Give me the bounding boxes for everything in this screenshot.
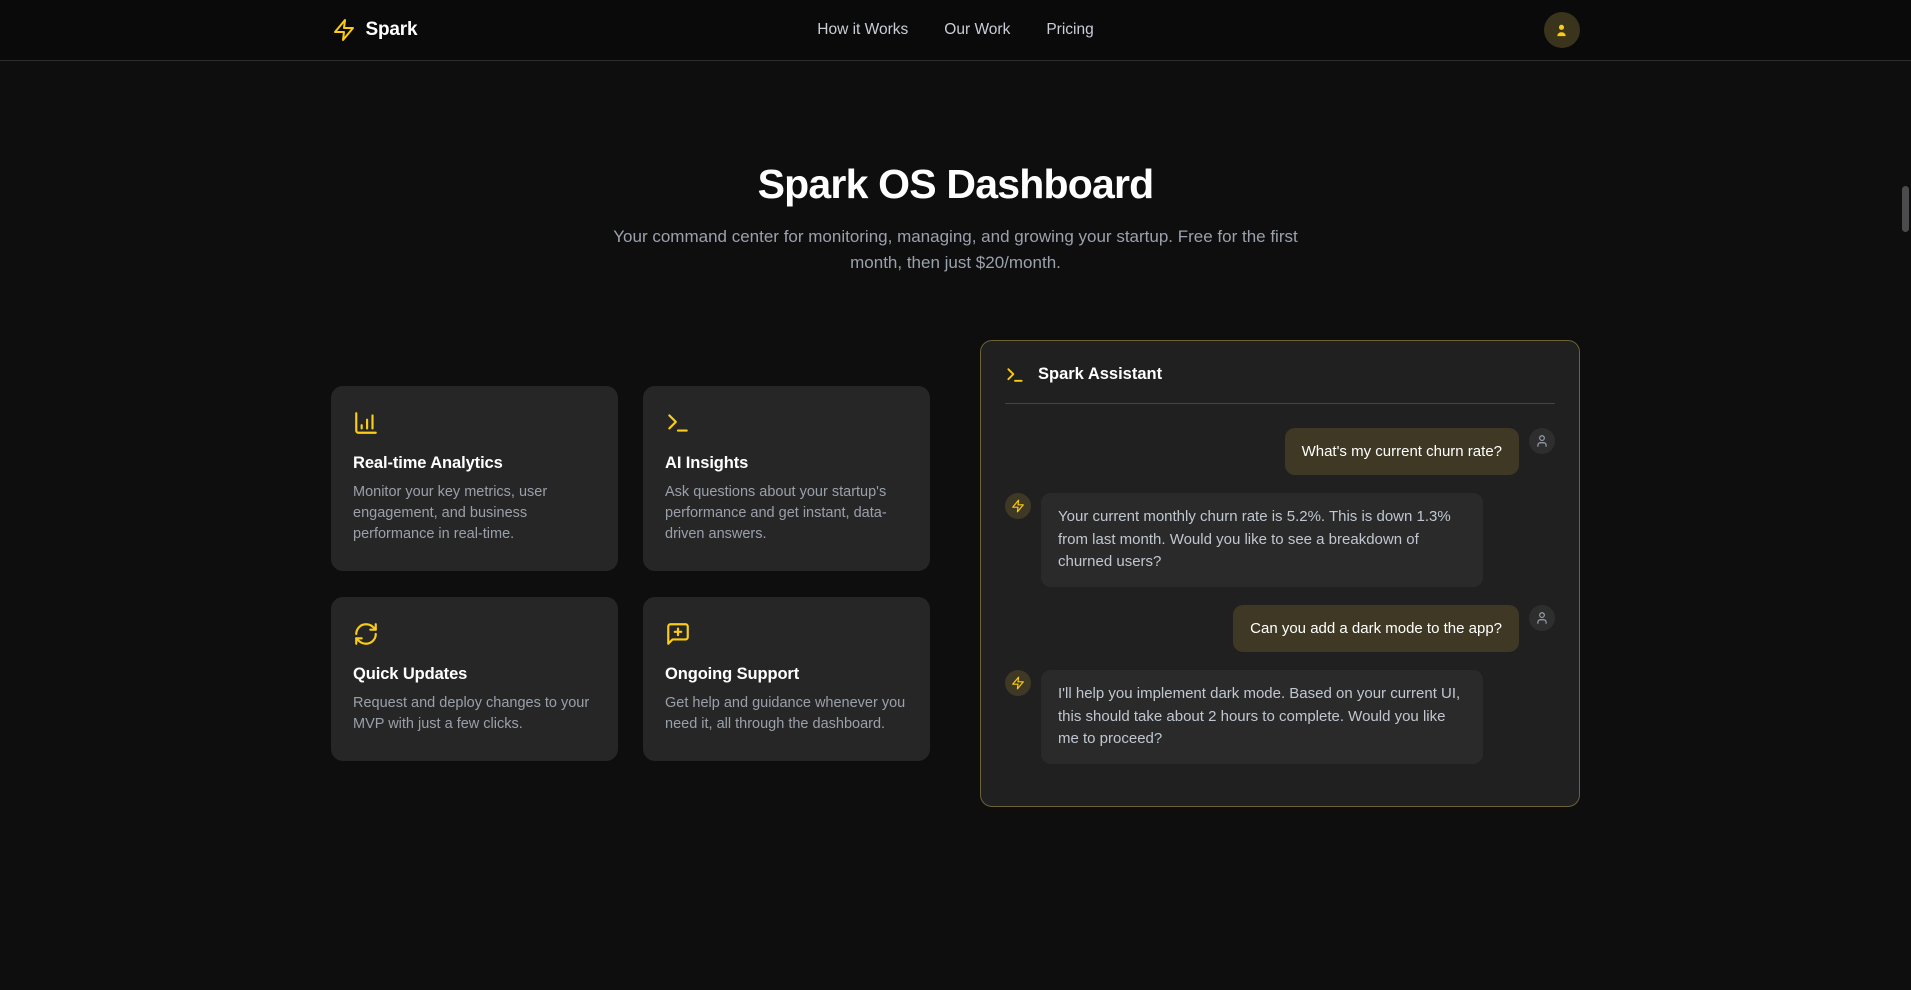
nav-link-our-work[interactable]: Our Work (944, 21, 1010, 39)
message-square-plus-icon (665, 621, 908, 647)
hero-section: Spark OS Dashboard Your command center f… (0, 61, 1911, 276)
feature-description: Get help and guidance whenever you need … (665, 693, 908, 735)
chat-messages: What's my current churn rate? Your curre… (981, 404, 1579, 806)
brand-name: Spark (366, 19, 418, 41)
zap-icon (1011, 499, 1025, 513)
bar-chart-icon (353, 410, 596, 436)
feature-card-quick-updates: Quick Updates Request and deploy changes… (331, 597, 618, 761)
message-bubble-assistant: Your current monthly churn rate is 5.2%.… (1041, 493, 1483, 587)
brand-logo[interactable]: Spark (332, 18, 418, 42)
message-bubble-user: What's my current churn rate? (1285, 428, 1519, 476)
zap-icon (1011, 676, 1025, 690)
refresh-icon (353, 621, 596, 647)
nav-link-pricing[interactable]: Pricing (1046, 21, 1093, 39)
chat-message-user: Can you add a dark mode to the app? (1005, 605, 1555, 653)
feature-description: Monitor your key metrics, user engagemen… (353, 482, 596, 545)
assistant-header: Spark Assistant (981, 341, 1579, 403)
page-subtitle: Your command center for monitoring, mana… (611, 224, 1301, 276)
message-bubble-assistant: I'll help you implement dark mode. Based… (1041, 670, 1483, 764)
feature-description: Request and deploy changes to your MVP w… (353, 693, 596, 735)
avatar-button[interactable] (1544, 12, 1580, 48)
chat-message-user: What's my current churn rate? (1005, 428, 1555, 476)
user-icon (1535, 611, 1549, 625)
zap-icon (332, 18, 356, 42)
assistant-title: Spark Assistant (1038, 365, 1162, 384)
user-icon (1553, 22, 1570, 39)
nav-link-how-it-works[interactable]: How it Works (817, 21, 908, 39)
chat-message-assistant: Your current monthly churn rate is 5.2%.… (1005, 493, 1555, 587)
feature-title: Quick Updates (353, 665, 596, 684)
nav-links: How it Works Our Work Pricing (817, 21, 1093, 39)
nav-bar: Spark How it Works Our Work Pricing (0, 0, 1911, 61)
feature-title: AI Insights (665, 454, 908, 473)
message-bubble-user: Can you add a dark mode to the app? (1233, 605, 1519, 653)
terminal-icon (665, 410, 908, 436)
vertical-scrollbar-thumb[interactable] (1902, 186, 1909, 232)
assistant-avatar (1005, 670, 1031, 696)
feature-card-ai-insights: AI Insights Ask questions about your sta… (643, 386, 930, 571)
user-icon (1535, 434, 1549, 448)
spark-assistant-panel: Spark Assistant What's my current churn … (980, 340, 1580, 807)
feature-title: Ongoing Support (665, 665, 908, 684)
feature-card-ongoing-support: Ongoing Support Get help and guidance wh… (643, 597, 930, 761)
user-avatar (1529, 605, 1555, 631)
feature-description: Ask questions about your startup's perfo… (665, 482, 908, 545)
terminal-icon (1005, 365, 1025, 385)
features-grid: Real-time Analytics Monitor your key met… (331, 386, 930, 761)
feature-title: Real-time Analytics (353, 454, 596, 473)
page-title: Spark OS Dashboard (0, 161, 1911, 208)
feature-card-realtime-analytics: Real-time Analytics Monitor your key met… (331, 386, 618, 571)
user-avatar (1529, 428, 1555, 454)
assistant-avatar (1005, 493, 1031, 519)
chat-message-assistant: I'll help you implement dark mode. Based… (1005, 670, 1555, 764)
